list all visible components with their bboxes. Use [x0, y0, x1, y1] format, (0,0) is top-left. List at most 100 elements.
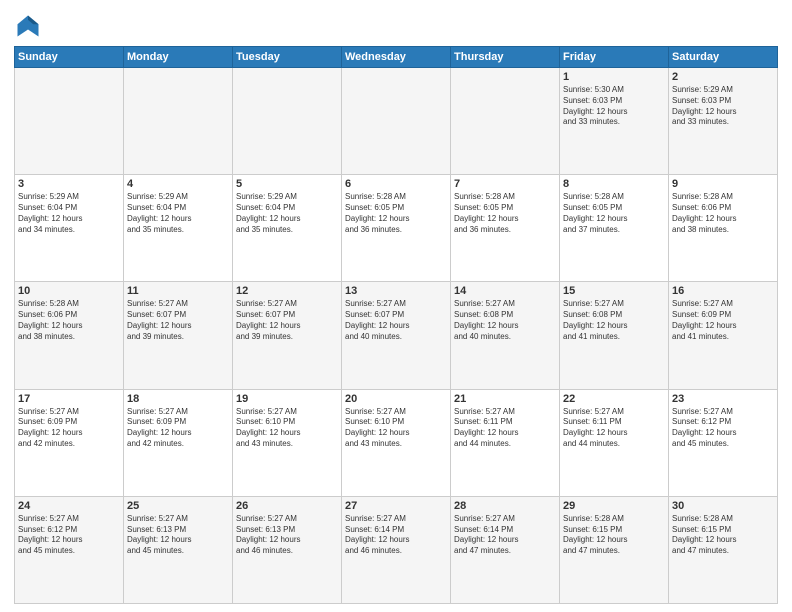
day-info: Sunrise: 5:29 AM Sunset: 6:04 PM Dayligh… — [18, 192, 120, 235]
calendar-cell: 10 Sunrise: 5:28 AM Sunset: 6:06 PM Dayli… — [15, 282, 124, 389]
calendar-cell — [451, 68, 560, 175]
day-number: 25 — [127, 500, 229, 512]
day-info: Sunrise: 5:27 AM Sunset: 6:07 PM Dayligh… — [127, 299, 229, 342]
calendar-week-3: 10 Sunrise: 5:28 AM Sunset: 6:06 PM Dayli… — [15, 282, 778, 389]
calendar-cell: 18Sunrise: 5:27 AM Sunset: 6:09 PM Dayli… — [124, 389, 233, 496]
calendar-cell: 19 Sunrise: 5:27 AM Sunset: 6:10 PM Dayli… — [233, 389, 342, 496]
calendar-cell: 7Sunrise: 5:28 AM Sunset: 6:05 PM Daylig… — [451, 175, 560, 282]
calendar-week-2: 3 Sunrise: 5:29 AM Sunset: 6:04 PM Daylig… — [15, 175, 778, 282]
calendar-cell: 24 Sunrise: 5:27 AM Sunset: 6:12 PM Dayli… — [15, 496, 124, 603]
day-number: 27 — [345, 500, 447, 512]
day-number: 24 — [18, 500, 120, 512]
day-info: Sunrise: 5:27 AM Sunset: 6:07 PM Dayligh… — [236, 299, 338, 342]
day-number: 22 — [563, 393, 665, 405]
calendar-cell: 20Sunrise: 5:27 AM Sunset: 6:10 PM Dayli… — [342, 389, 451, 496]
day-number: 5 — [236, 178, 338, 190]
day-number: 1 — [563, 71, 665, 83]
calendar-cell: 11 Sunrise: 5:27 AM Sunset: 6:07 PM Dayli… — [124, 282, 233, 389]
day-number: 23 — [672, 393, 774, 405]
day-number: 18 — [127, 393, 229, 405]
day-number: 28 — [454, 500, 556, 512]
calendar-cell: 4Sunrise: 5:29 AM Sunset: 6:04 PM Daylig… — [124, 175, 233, 282]
day-info: Sunrise: 5:27 AM Sunset: 6:09 PM Dayligh… — [18, 407, 120, 450]
calendar-cell: 27 Sunrise: 5:27 AM Sunset: 6:14 PM Dayli… — [342, 496, 451, 603]
calendar-cell: 8Sunrise: 5:28 AM Sunset: 6:05 PM Daylig… — [560, 175, 669, 282]
day-number: 3 — [18, 178, 120, 190]
day-number: 19 — [236, 393, 338, 405]
calendar-cell: 9 Sunrise: 5:28 AM Sunset: 6:06 PM Daylig… — [669, 175, 778, 282]
day-info: Sunrise: 5:27 AM Sunset: 6:11 PM Dayligh… — [563, 407, 665, 450]
day-info: Sunrise: 5:30 AM Sunset: 6:03 PM Dayligh… — [563, 85, 665, 128]
calendar-cell: 28 Sunrise: 5:27 AM Sunset: 6:14 PM Dayli… — [451, 496, 560, 603]
calendar-cell: 13 Sunrise: 5:27 AM Sunset: 6:07 PM Dayli… — [342, 282, 451, 389]
page: SundayMondayTuesdayWednesdayThursdayFrid… — [0, 0, 792, 612]
calendar-cell: 25 Sunrise: 5:27 AM Sunset: 6:13 PM Dayli… — [124, 496, 233, 603]
day-number: 17 — [18, 393, 120, 405]
calendar-cell — [342, 68, 451, 175]
weekday-header-monday: Monday — [124, 47, 233, 68]
day-number: 2 — [672, 71, 774, 83]
calendar-week-1: 1 Sunrise: 5:30 AM Sunset: 6:03 PM Daylig… — [15, 68, 778, 175]
day-info: Sunrise: 5:29 AM Sunset: 6:04 PM Dayligh… — [236, 192, 338, 235]
day-number: 15 — [563, 285, 665, 297]
calendar-header: SundayMondayTuesdayWednesdayThursdayFrid… — [15, 47, 778, 68]
day-info: Sunrise: 5:27 AM Sunset: 6:07 PM Dayligh… — [345, 299, 447, 342]
day-info: Sunrise: 5:28 AM Sunset: 6:05 PM Dayligh… — [454, 192, 556, 235]
calendar-cell: 14 Sunrise: 5:27 AM Sunset: 6:08 PM Dayli… — [451, 282, 560, 389]
logo — [14, 12, 46, 40]
weekday-header-wednesday: Wednesday — [342, 47, 451, 68]
day-info: Sunrise: 5:27 AM Sunset: 6:14 PM Dayligh… — [345, 514, 447, 557]
day-number: 26 — [236, 500, 338, 512]
day-info: Sunrise: 5:27 AM Sunset: 6:14 PM Dayligh… — [454, 514, 556, 557]
day-info: Sunrise: 5:28 AM Sunset: 6:05 PM Dayligh… — [563, 192, 665, 235]
day-info: Sunrise: 5:27 AM Sunset: 6:08 PM Dayligh… — [563, 299, 665, 342]
day-info: Sunrise: 5:28 AM Sunset: 6:06 PM Dayligh… — [672, 192, 774, 235]
day-info: Sunrise: 5:28 AM Sunset: 6:15 PM Dayligh… — [563, 514, 665, 557]
day-number: 29 — [563, 500, 665, 512]
day-number: 14 — [454, 285, 556, 297]
day-info: Sunrise: 5:27 AM Sunset: 6:12 PM Dayligh… — [18, 514, 120, 557]
weekday-header-tuesday: Tuesday — [233, 47, 342, 68]
day-number: 10 — [18, 285, 120, 297]
day-info: Sunrise: 5:28 AM Sunset: 6:06 PM Dayligh… — [18, 299, 120, 342]
day-number: 9 — [672, 178, 774, 190]
day-number: 4 — [127, 178, 229, 190]
calendar-cell: 2 Sunrise: 5:29 AM Sunset: 6:03 PM Daylig… — [669, 68, 778, 175]
calendar-cell: 22 Sunrise: 5:27 AM Sunset: 6:11 PM Dayli… — [560, 389, 669, 496]
calendar-cell: 21Sunrise: 5:27 AM Sunset: 6:11 PM Dayli… — [451, 389, 560, 496]
day-number: 13 — [345, 285, 447, 297]
calendar-cell: 3 Sunrise: 5:29 AM Sunset: 6:04 PM Daylig… — [15, 175, 124, 282]
day-info: Sunrise: 5:27 AM Sunset: 6:13 PM Dayligh… — [236, 514, 338, 557]
calendar-cell: 5 Sunrise: 5:29 AM Sunset: 6:04 PM Daylig… — [233, 175, 342, 282]
calendar-cell: 12Sunrise: 5:27 AM Sunset: 6:07 PM Dayli… — [233, 282, 342, 389]
calendar-cell: 29 Sunrise: 5:28 AM Sunset: 6:15 PM Dayli… — [560, 496, 669, 603]
day-info: Sunrise: 5:29 AM Sunset: 6:03 PM Dayligh… — [672, 85, 774, 128]
day-number: 11 — [127, 285, 229, 297]
calendar-week-4: 17 Sunrise: 5:27 AM Sunset: 6:09 PM Dayli… — [15, 389, 778, 496]
calendar-cell — [124, 68, 233, 175]
day-info: Sunrise: 5:27 AM Sunset: 6:13 PM Dayligh… — [127, 514, 229, 557]
day-number: 6 — [345, 178, 447, 190]
calendar-cell — [15, 68, 124, 175]
day-info: Sunrise: 5:27 AM Sunset: 6:12 PM Dayligh… — [672, 407, 774, 450]
calendar-cell: 6 Sunrise: 5:28 AM Sunset: 6:05 PM Daylig… — [342, 175, 451, 282]
weekday-row: SundayMondayTuesdayWednesdayThursdayFrid… — [15, 47, 778, 68]
day-info: Sunrise: 5:28 AM Sunset: 6:05 PM Dayligh… — [345, 192, 447, 235]
calendar-cell — [233, 68, 342, 175]
day-info: Sunrise: 5:27 AM Sunset: 6:11 PM Dayligh… — [454, 407, 556, 450]
day-info: Sunrise: 5:27 AM Sunset: 6:08 PM Dayligh… — [454, 299, 556, 342]
calendar-cell: 16Sunrise: 5:27 AM Sunset: 6:09 PM Dayli… — [669, 282, 778, 389]
day-number: 30 — [672, 500, 774, 512]
calendar-cell: 23 Sunrise: 5:27 AM Sunset: 6:12 PM Dayli… — [669, 389, 778, 496]
header — [14, 12, 778, 40]
day-info: Sunrise: 5:27 AM Sunset: 6:10 PM Dayligh… — [236, 407, 338, 450]
day-number: 20 — [345, 393, 447, 405]
calendar-cell: 17 Sunrise: 5:27 AM Sunset: 6:09 PM Dayli… — [15, 389, 124, 496]
calendar-body: 1 Sunrise: 5:30 AM Sunset: 6:03 PM Daylig… — [15, 68, 778, 604]
day-info: Sunrise: 5:28 AM Sunset: 6:15 PM Dayligh… — [672, 514, 774, 557]
weekday-header-thursday: Thursday — [451, 47, 560, 68]
calendar-table: SundayMondayTuesdayWednesdayThursdayFrid… — [14, 46, 778, 604]
calendar-cell: 30 Sunrise: 5:28 AM Sunset: 6:15 PM Dayli… — [669, 496, 778, 603]
calendar-cell: 15 Sunrise: 5:27 AM Sunset: 6:08 PM Dayli… — [560, 282, 669, 389]
weekday-header-sunday: Sunday — [15, 47, 124, 68]
